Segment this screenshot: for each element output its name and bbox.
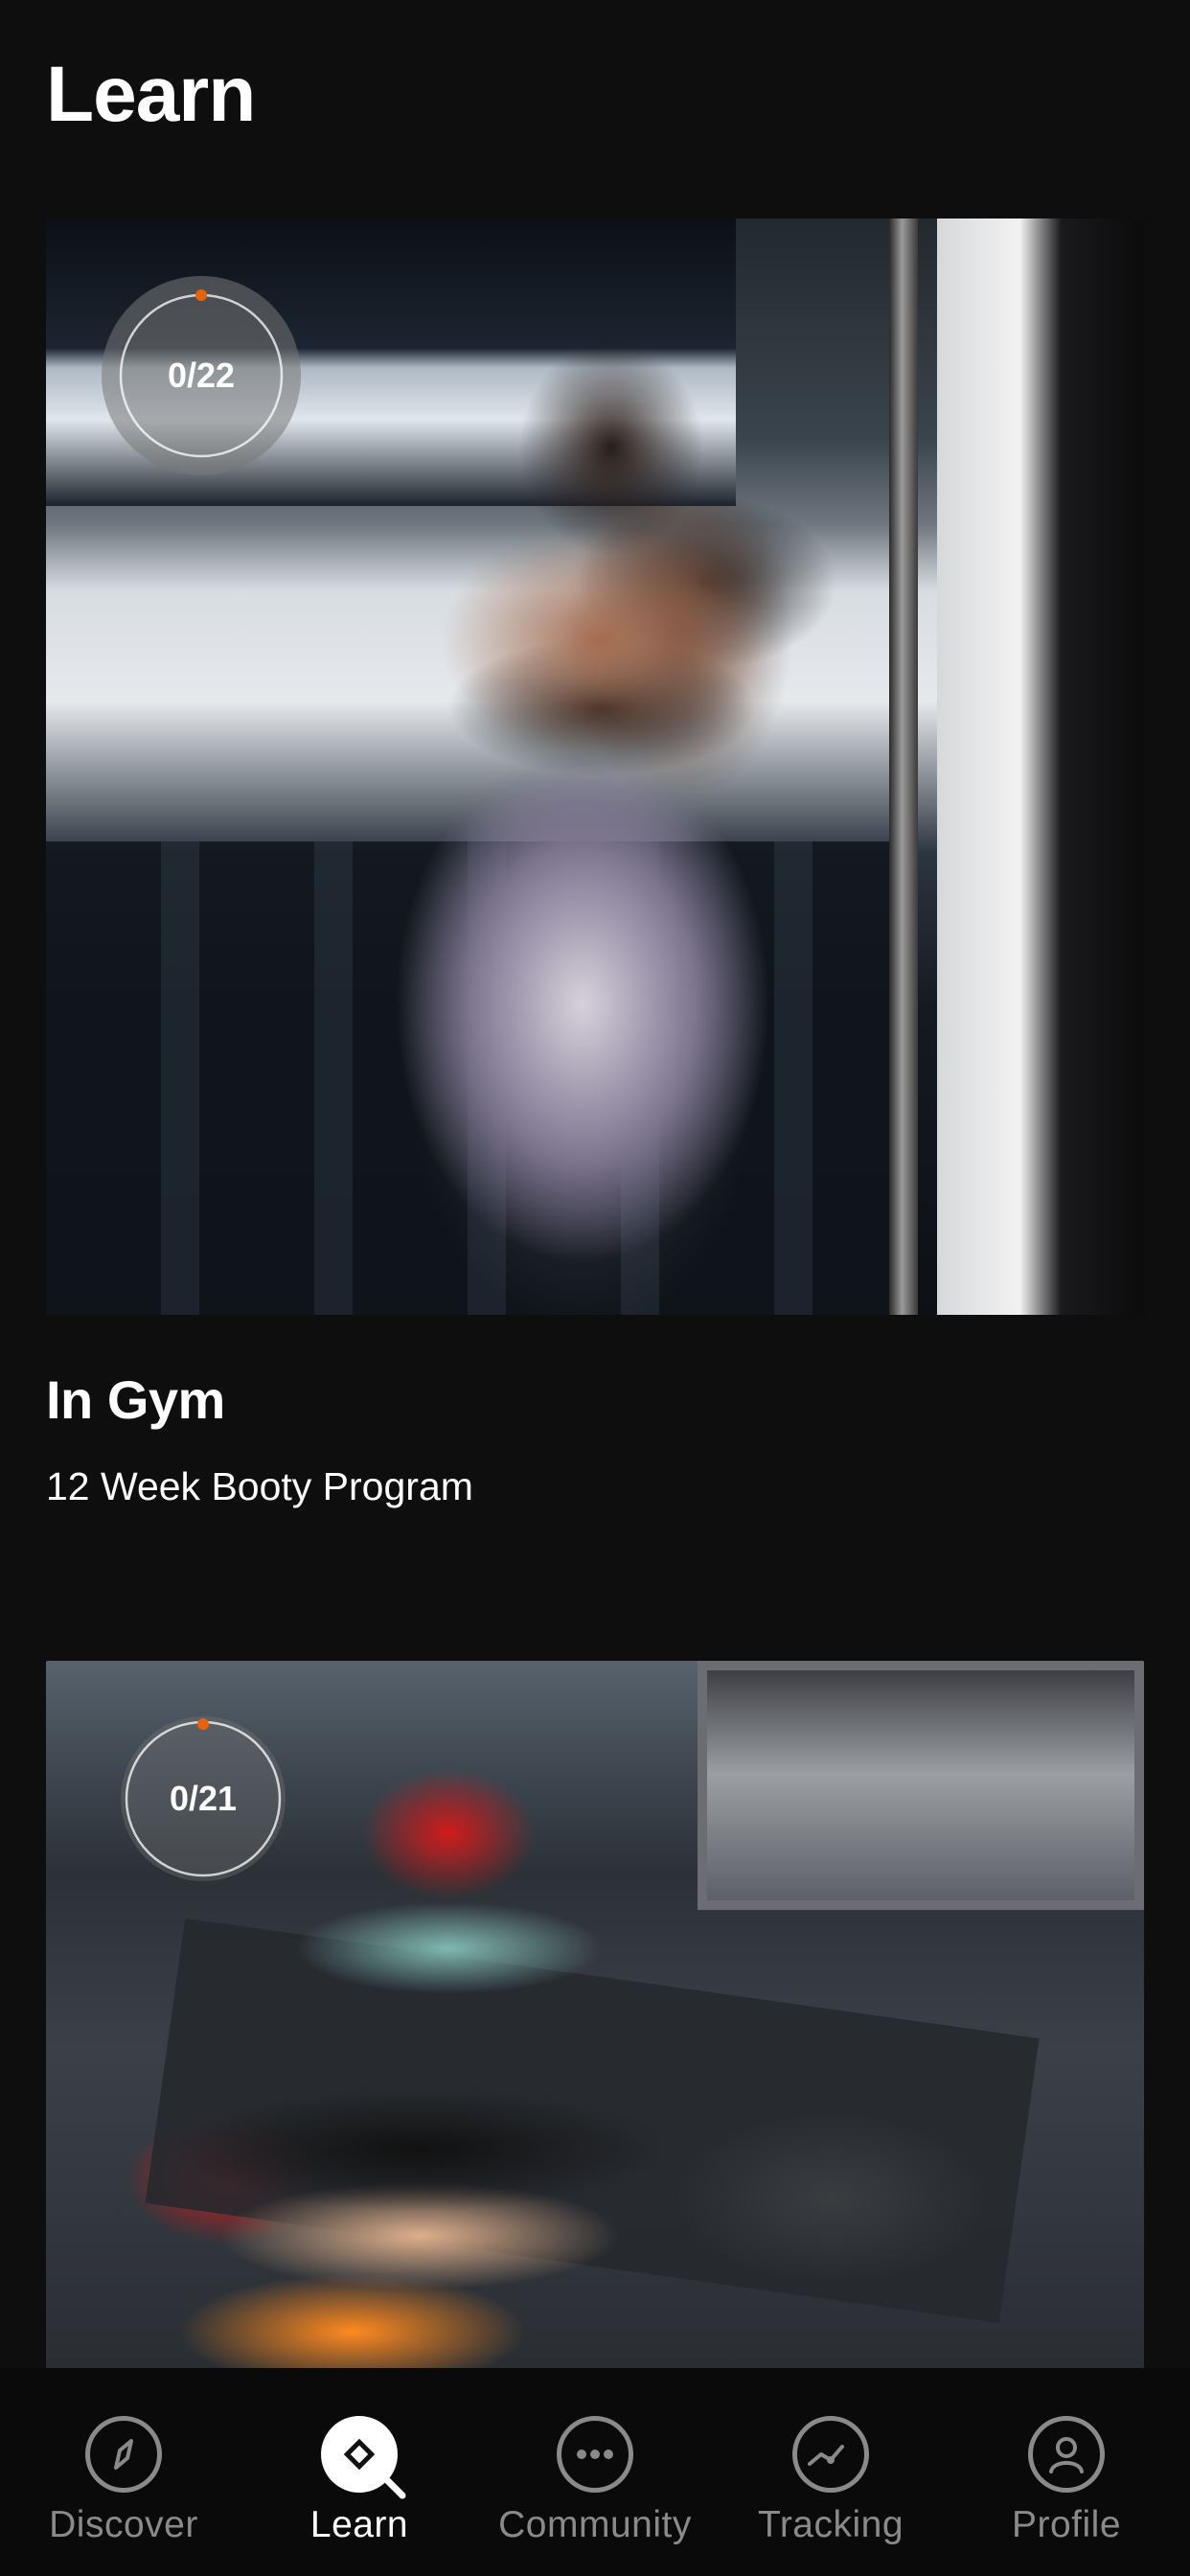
program-image[interactable]: 0/22 [46, 218, 1144, 1315]
tab-community[interactable]: Community [494, 2416, 696, 2546]
progress-ring: 0/22 [102, 276, 301, 475]
bottom-tab-bar: Discover Learn Community Tracking Profil… [0, 2368, 1190, 2576]
tab-label: Tracking [757, 2504, 904, 2545]
learn-search-icon [321, 2416, 406, 2499]
tab-discover[interactable]: Discover [23, 2416, 224, 2546]
progress-count: 0/21 [169, 1779, 238, 1818]
tab-label: Discover [49, 2504, 198, 2545]
tab-label: Learn [309, 2504, 409, 2545]
program-subtitle: 12 Week Booty Program [46, 1464, 473, 1508]
tab-tracking[interactable]: Tracking [730, 2416, 931, 2546]
tab-profile[interactable]: Profile [966, 2416, 1167, 2546]
pole-background [889, 218, 918, 1315]
tab-learn[interactable]: Learn [259, 2416, 460, 2546]
wall-background [937, 218, 1144, 1315]
tab-label: Profile [1011, 2504, 1122, 2545]
page-title: Learn [46, 51, 256, 138]
chat-bubble-icon [557, 2416, 633, 2493]
program-title: In Gym [46, 1369, 225, 1430]
user-icon [1028, 2416, 1105, 2493]
program-card-bands[interactable]: 0/21 [46, 1661, 1144, 2370]
progress-count: 0/22 [167, 356, 236, 395]
program-card-in-gym[interactable]: 0/22 In Gym 12 Week Booty Program [46, 218, 1144, 1508]
tab-label: Community [498, 2504, 692, 2545]
mirror-background [698, 1661, 1144, 1910]
compass-icon [85, 2416, 162, 2493]
trend-chart-icon [792, 2416, 869, 2493]
athlete-figure [324, 334, 860, 1315]
progress-ring: 0/21 [121, 1716, 286, 1881]
program-image[interactable]: 0/21 [46, 1661, 1144, 2370]
